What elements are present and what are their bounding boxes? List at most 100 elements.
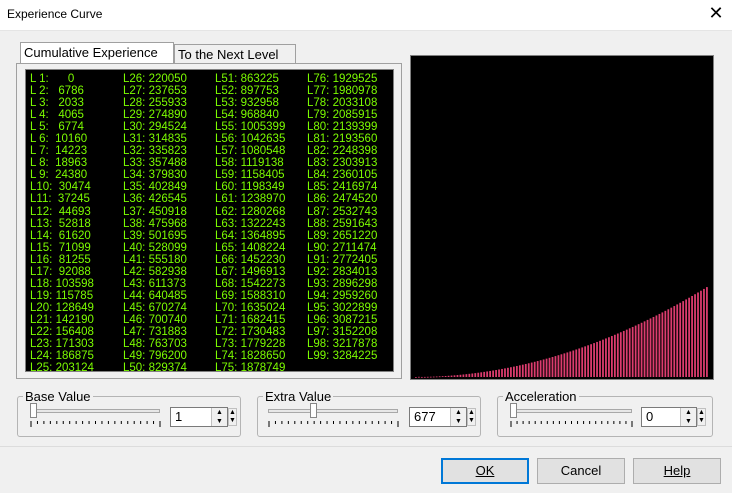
spin-up-icon[interactable]: ▲ [681,408,696,417]
acceleration-fine-spinner[interactable]: ▲ ▼ [697,408,706,426]
extra-value-text: 677 [414,409,436,424]
level-entry: L94: 2959260 [307,289,378,302]
chart-bar [590,344,592,377]
level-entry: L18: 103598 [30,277,94,290]
chart-bar [605,338,607,377]
chart-bar [563,353,566,377]
level-entry: L13: 52818 [30,217,91,230]
chart-bar [486,371,489,377]
spin-up-icon[interactable]: ▲ [451,408,466,417]
chart-bar [527,363,530,377]
chart-bar [673,306,676,377]
chart-bar [501,368,503,377]
close-icon[interactable]: ✕ [706,3,726,23]
extra-value-ticks [268,421,399,427]
spin-up-icon[interactable]: ▲ [212,408,227,417]
acceleration-slider-track[interactable] [510,409,632,413]
spin-down-icon[interactable]: ▼ [229,417,236,425]
extra-value-label: Extra Value [263,389,334,404]
level-entry: L 9: 24380 [30,169,88,182]
chart-bar [703,288,705,377]
level-entry: L37: 450918 [123,205,187,218]
level-entry: L33: 357488 [123,157,187,170]
level-entry: L56: 1042635 [215,133,286,146]
level-entry: L19: 115785 [30,289,94,302]
chart-bar [658,313,661,377]
level-entry: L90: 2711474 [307,241,377,254]
help-label: Help [663,463,691,478]
level-entry: L71: 1682415 [215,313,286,326]
extra-value-slider-thumb[interactable] [309,403,317,418]
level-entry: L40: 528099 [123,241,187,254]
base-value-slider-track[interactable] [30,409,160,413]
spin-down-icon[interactable]: ▼ [468,417,475,425]
chart-bar [498,369,500,377]
chart-bar [462,374,465,377]
acceleration-slider-thumb[interactable] [510,403,517,418]
ok-button[interactable]: OK [441,458,529,484]
level-entry: L53: 932958 [215,97,279,110]
level-entry: L63: 1322243 [215,217,286,230]
extra-value-spinner[interactable]: ▲ ▼ [450,408,466,426]
level-entry: L11: 37245 [30,193,90,206]
extra-value-fine-spinner[interactable]: ▲ ▼ [467,408,476,426]
tab-label: To the Next Level [178,47,279,62]
chart-bar [444,375,447,377]
level-entry: L64: 1364895 [215,229,286,242]
chart-bar [560,354,563,377]
level-entry: L 3: 2033 [30,97,84,110]
chart-bar [643,321,646,377]
level-entry: L81: 2193560 [307,133,378,146]
tab-to-next-level[interactable]: To the Next Level [174,44,296,64]
level-entry: L72: 1730483 [215,325,286,338]
spin-up-icon[interactable]: ▲ [698,409,705,417]
level-entry: L12: 44693 [30,205,91,218]
level-entry: L22: 156408 [30,325,94,338]
chart-bar [447,375,450,377]
chart-bar [530,362,533,377]
spin-up-icon[interactable]: ▲ [468,409,475,417]
tab-cumulative-experience[interactable]: Cumulative Experience [20,42,174,64]
acceleration-spinner[interactable]: ▲ ▼ [680,408,696,426]
extra-value-slider-track[interactable] [268,409,398,413]
level-entry: L49: 796200 [123,350,187,363]
cancel-button[interactable]: Cancel [537,458,625,484]
spin-down-icon[interactable]: ▼ [212,417,227,426]
level-entry: L62: 1280268 [215,205,286,218]
level-entry: L52: 897753 [215,85,279,98]
base-value-fine-spinner[interactable]: ▲ ▼ [228,408,237,426]
spin-down-icon[interactable]: ▼ [698,417,705,425]
chart-bar [667,309,670,377]
chart-bar [700,290,702,377]
chart-bar [611,336,613,377]
base-value-text: 1 [175,409,183,424]
level-entry: L88: 2591643 [307,217,378,230]
chart-bar [432,376,435,378]
base-value-slider-thumb[interactable] [30,403,37,418]
chart-bar [691,296,693,377]
chart-bar [584,346,587,377]
spin-down-icon[interactable]: ▼ [451,417,466,426]
level-entry: L23: 171303 [30,338,94,351]
chart-bar [676,304,679,377]
spin-down-icon[interactable]: ▼ [681,417,696,426]
chart-bar [655,315,658,377]
level-entry: L66: 1452230 [215,253,286,266]
base-value-spinner[interactable]: ▲ ▼ [211,408,227,426]
level-entry: L15: 71099 [30,241,91,254]
base-value-ticks [30,421,161,427]
level-entry: L70: 1635024 [215,301,286,314]
chart-bar [468,373,471,377]
level-entry: L34: 379830 [123,169,187,182]
chart-bar [634,325,637,377]
level-entry: L55: 1005399 [215,121,286,134]
help-button[interactable]: Help [633,458,721,484]
level-entry: L65: 1408224 [215,241,286,254]
level-list[interactable]: L 1: 0L 2: 6786 L 3: 2033 L 4: 4065 L 5: 67… [25,69,394,372]
level-entry: L51: 863225 [215,73,279,85]
spin-up-icon[interactable]: ▲ [229,409,236,417]
level-entry: L57: 1080548 [215,145,286,158]
level-entry: L10: 30474 [30,181,91,194]
level-entry: L74: 1828650 [215,350,286,363]
chart-bar [578,348,581,377]
